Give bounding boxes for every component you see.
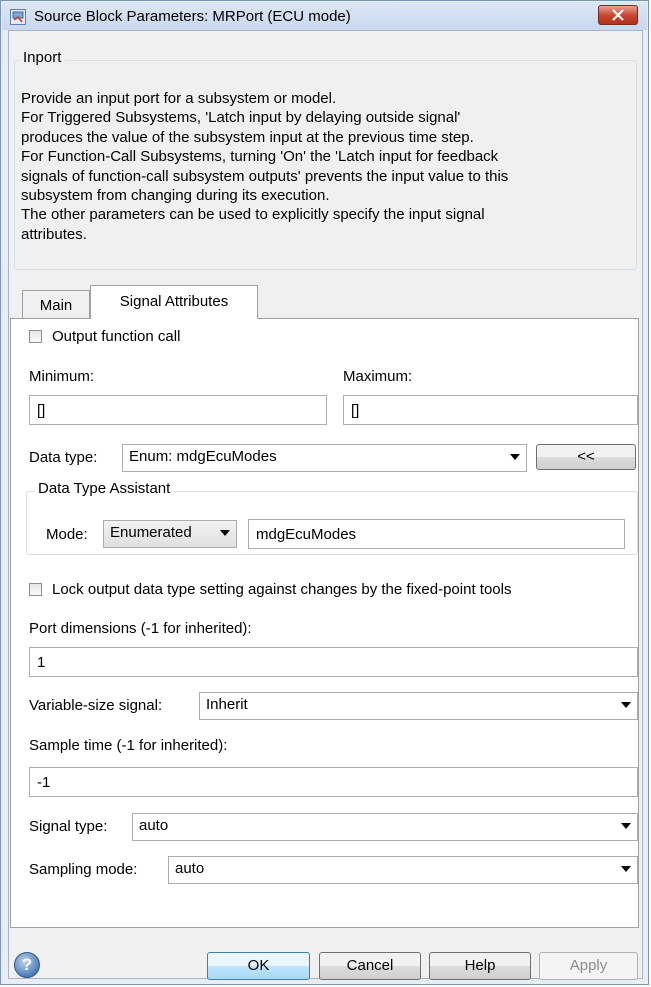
minimum-input[interactable]: [] <box>29 395 327 425</box>
maximum-input[interactable]: [] <box>343 395 638 425</box>
tab-main[interactable]: Main <box>22 290 90 320</box>
data-type-label: Data type: <box>29 449 98 466</box>
mode-value: Enumerated <box>110 524 192 541</box>
sampling-mode-label: Sampling mode: <box>29 861 138 878</box>
variable-size-label: Variable-size signal: <box>29 697 163 714</box>
description-line: subsystem from changing during its execu… <box>21 187 330 205</box>
sample-time-input[interactable]: -1 <box>29 767 638 797</box>
description-line: signals of function-call subsystem outpu… <box>21 167 509 185</box>
signal-type-value: auto <box>139 817 169 834</box>
enum-class-input[interactable]: mdgEcuModes <box>248 519 625 549</box>
inport-legend: Inport <box>19 49 66 66</box>
close-icon <box>612 9 624 21</box>
output-function-call-label: Output function call <box>52 328 181 345</box>
mode-label: Mode: <box>46 526 88 543</box>
maximum-label: Maximum: <box>343 368 413 385</box>
description-line: attributes. <box>21 225 87 243</box>
title-bar[interactable]: Source Block Parameters: MRPort (ECU mod… <box>2 2 647 30</box>
signal-type-combo[interactable]: auto <box>132 813 638 841</box>
sampling-mode-value: auto <box>175 860 205 877</box>
chevron-down-icon <box>621 702 631 708</box>
apply-button[interactable]: Apply <box>539 952 638 980</box>
tab-signal-attributes-label: Signal Attributes <box>119 293 229 310</box>
chevron-down-icon <box>621 823 631 829</box>
mode-combo[interactable]: Enumerated <box>103 520 237 548</box>
ok-button[interactable]: OK <box>207 952 310 980</box>
help-icon[interactable]: ? <box>14 952 40 978</box>
help-button[interactable]: Help <box>429 952 531 980</box>
window-title: Source Block Parameters: MRPort (ECU mod… <box>34 8 351 25</box>
description-line: produces the value of the subsystem inpu… <box>21 128 474 146</box>
lock-output-checkbox[interactable] <box>29 583 42 596</box>
port-dimensions-input[interactable]: 1 <box>29 647 638 677</box>
minimum-label: Minimum: <box>29 368 95 385</box>
data-type-combo[interactable]: Enum: mdgEcuModes <box>122 444 527 472</box>
description-line: Provide an input port for a subsystem or… <box>21 90 337 107</box>
data-type-assistant-toggle-button[interactable]: << <box>536 444 636 470</box>
description-line: For Triggered Subsystems, 'Latch input b… <box>21 109 461 127</box>
cancel-button[interactable]: Cancel <box>319 952 421 980</box>
tab-signal-attributes[interactable]: Signal Attributes <box>90 285 258 319</box>
inport-description: Provide an input port for a subsystem or… <box>21 89 641 244</box>
chevron-down-icon <box>510 454 520 460</box>
data-type-assistant-legend: Data Type Assistant <box>34 480 175 497</box>
lock-output-label: Lock output data type setting against ch… <box>52 581 512 598</box>
output-function-call-checkbox[interactable] <box>29 330 42 343</box>
variable-size-combo[interactable]: Inherit <box>199 692 638 720</box>
variable-size-value: Inherit <box>206 696 248 713</box>
chevron-down-icon <box>220 530 230 536</box>
data-type-value: Enum: mdgEcuModes <box>129 448 277 465</box>
tab-main-label: Main <box>39 297 73 314</box>
close-button[interactable] <box>598 5 638 25</box>
port-dimensions-label: Port dimensions (-1 for inherited): <box>29 620 252 637</box>
description-line: For Function-Call Subsystems, turning 'O… <box>21 148 499 166</box>
description-line: The other parameters can be used to expl… <box>21 206 485 224</box>
signal-type-label: Signal type: <box>29 818 108 835</box>
sampling-mode-combo[interactable]: auto <box>168 856 638 884</box>
sample-time-label: Sample time (-1 for inherited): <box>29 737 228 754</box>
simulink-app-icon <box>10 9 26 25</box>
chevron-down-icon <box>621 866 631 872</box>
